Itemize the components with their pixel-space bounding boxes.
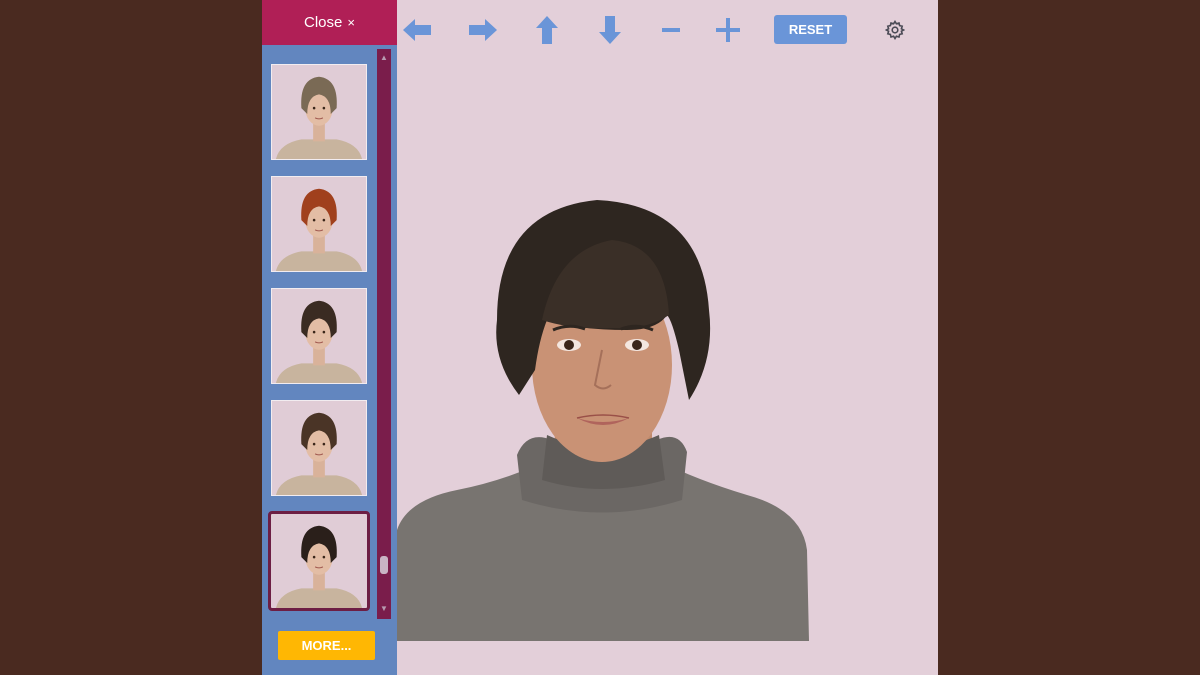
close-icon: × xyxy=(347,15,355,30)
scroll-up-icon[interactable]: ▲ xyxy=(377,51,391,65)
arrow-right-icon[interactable] xyxy=(463,10,503,50)
hairstyle-preview-image xyxy=(275,412,363,495)
hairstyle-thumbnail[interactable] xyxy=(271,176,367,272)
scroll-down-icon[interactable]: ▼ xyxy=(377,602,391,616)
hairstyle-thumbnail[interactable] xyxy=(268,511,370,611)
gear-icon[interactable] xyxy=(881,16,909,44)
hairstyle-preview-image xyxy=(275,76,363,159)
close-label: Close xyxy=(304,14,343,31)
minus-icon[interactable] xyxy=(651,10,691,50)
scrollbar-thumb[interactable] xyxy=(380,556,388,574)
close-button[interactable]: Close × xyxy=(262,0,397,45)
hairstyle-thumbnail[interactable] xyxy=(271,64,367,160)
hairstyle-preview-image xyxy=(275,188,363,271)
hairstyle-app: Close × ▲ ▼ MORE... RESET xyxy=(262,0,938,675)
arrow-down-icon[interactable] xyxy=(590,10,630,50)
arrow-up-icon[interactable] xyxy=(527,10,567,50)
hairstyle-preview-image xyxy=(275,525,363,608)
scrollbar[interactable]: ▲ ▼ xyxy=(377,49,391,619)
arrow-left-icon[interactable] xyxy=(397,10,437,50)
user-portrait xyxy=(397,180,827,641)
hairstyle-thumbnail[interactable] xyxy=(271,400,367,496)
hairstyle-preview-image xyxy=(275,300,363,383)
plus-icon[interactable] xyxy=(708,10,748,50)
hairstyle-sidebar: Close × ▲ ▼ MORE... xyxy=(262,0,397,675)
hairstyle-thumbnail[interactable] xyxy=(271,288,367,384)
reset-button[interactable]: RESET xyxy=(774,15,847,44)
more-button[interactable]: MORE... xyxy=(278,631,375,660)
